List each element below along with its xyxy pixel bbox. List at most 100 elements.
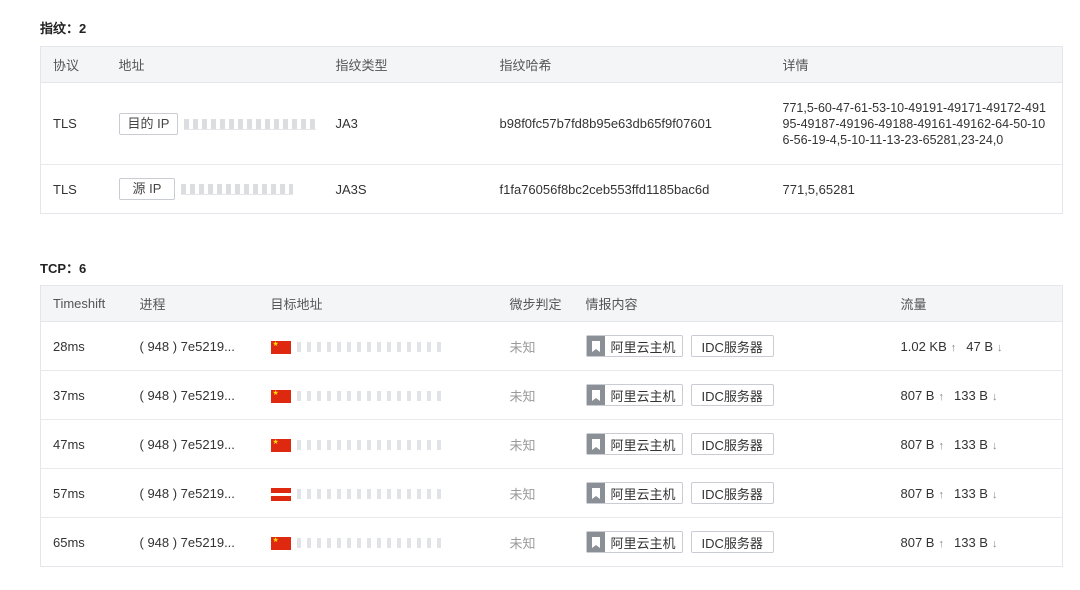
ip-tag: 源 IP: [118, 178, 176, 200]
masked-address: [296, 391, 447, 402]
col-header-verdict: 微步判定: [497, 285, 574, 322]
intel-tag-idc[interactable]: IDC服务器: [690, 482, 774, 504]
target-address-cell: [259, 518, 498, 567]
table-row: TLS 源 IP JA3S f1fa76056f8bc2ceb553ffd118…: [41, 165, 1063, 214]
arrow-up-icon: ↑: [938, 488, 944, 501]
intel-tag-aliyun[interactable]: 阿里云主机: [585, 384, 683, 406]
table-row[interactable]: 28ms ( 948 ) 7e5219... 未知 阿里云主机 IDC服务器 1…: [40, 321, 1063, 371]
verdict-cell: 未知: [497, 419, 574, 469]
upload-traffic: 807 B: [900, 436, 935, 452]
timeshift-cell: 37ms: [40, 370, 128, 420]
download-traffic: 47 B: [966, 338, 994, 354]
arrow-up-icon: ↑: [938, 439, 944, 452]
arrow-down-icon: ↓: [991, 537, 998, 550]
traffic-cell: 807 B ↑ 133 B ↓: [888, 370, 1063, 420]
verdict-cell: 未知: [497, 370, 574, 420]
upload-traffic: 807 B: [900, 387, 935, 403]
traffic-cell: 1.02 KB ↑ 47 B ↓: [888, 321, 1063, 371]
bookmark-icon: [586, 483, 605, 503]
col-header-address: 地址: [106, 46, 324, 83]
table-row[interactable]: 47ms ( 948 ) 7e5219... 未知 阿里云主机 IDC服务器 8…: [40, 419, 1063, 469]
arrow-down-icon: ↓: [991, 488, 998, 501]
process-cell[interactable]: ( 948 ) 7e5219...: [127, 468, 259, 518]
download-traffic: 133 B: [953, 436, 988, 452]
masked-address: [296, 440, 447, 451]
fingerprint-table: 协议 地址 指纹类型 指纹哈希 详情 TLS 目的 IP JA3 b98f0fc…: [40, 46, 1063, 214]
cn-flag-icon: [270, 340, 291, 354]
masked-ip: [184, 118, 317, 130]
target-address-cell: [258, 370, 498, 420]
timeshift-cell: 65ms: [53, 534, 85, 550]
intel-tag-aliyun[interactable]: 阿里云主机: [585, 433, 683, 455]
download-traffic: 133 B: [953, 387, 988, 403]
process-cell[interactable]: ( 948 ) 7e5219...: [127, 419, 259, 469]
arrow-down-icon: ↓: [991, 439, 998, 452]
upload-traffic: 1.02 KB: [900, 338, 947, 354]
traffic-cell: 807 B ↑ 133 B ↓: [889, 518, 1063, 567]
intel-tag-aliyun[interactable]: 阿里云主机: [585, 531, 683, 553]
bookmark-icon: [586, 434, 605, 454]
intel-tag-idc[interactable]: IDC服务器: [690, 335, 774, 357]
col-header-process: 进程: [127, 285, 259, 322]
masked-address: [296, 538, 447, 549]
upload-traffic: 807 B: [900, 534, 935, 550]
protocol-cell: TLS: [53, 181, 77, 197]
timeshift-cell: 47ms: [40, 419, 128, 469]
intel-tag-aliyun[interactable]: 阿里云主机: [585, 482, 683, 504]
detail-cell: 771,5-60-47-61-53-10-49191-49171-49172-4…: [770, 82, 1063, 165]
col-header-traffic: 流量: [888, 285, 1063, 322]
arrow-up-icon: ↑: [950, 341, 957, 354]
process-cell[interactable]: ( 948 ) 7e5219...: [127, 370, 259, 420]
traffic-cell: 807 B ↑ 133 B ↓: [888, 468, 1063, 518]
table-row: TLS 目的 IP JA3 b98f0fc57b7fd8b95e63db65f9…: [40, 82, 1063, 165]
col-header-fp-hash: 指纹哈希: [487, 46, 771, 83]
intel-cell: 阿里云主机 IDC服务器: [574, 518, 889, 567]
col-header-timeshift: Timeshift: [40, 285, 128, 322]
protocol-cell: TLS: [40, 82, 107, 165]
table-row[interactable]: 57ms ( 948 ) 7e5219... 未知 阿里云主机 IDC服务器 8…: [40, 468, 1063, 518]
address-cell: 目的 IP: [106, 82, 324, 165]
col-header-intel: 情报内容: [573, 285, 889, 322]
fp-type-cell: JA3: [323, 82, 488, 165]
fp-hash-cell: b98f0fc57b7fd8b95e63db65f9f07601: [487, 82, 771, 165]
intel-cell: 阿里云主机 IDC服务器: [573, 419, 889, 469]
bookmark-icon: [586, 336, 605, 356]
detail-cell: 771,5,65281: [782, 181, 855, 197]
arrow-up-icon: ↑: [938, 537, 944, 550]
table-row[interactable]: 65ms ( 948 ) 7e5219... 未知 阿里云主机 IDC服务器 8…: [41, 518, 1063, 567]
arrow-down-icon: ↓: [991, 390, 998, 403]
bookmark-icon: [586, 532, 605, 552]
intel-tag-idc[interactable]: IDC服务器: [690, 531, 774, 553]
col-header-target: 目标地址: [258, 285, 498, 322]
verdict-cell: 未知: [497, 321, 574, 371]
intel-tag-idc[interactable]: IDC服务器: [690, 384, 774, 406]
bookmark-icon: [586, 385, 605, 405]
intel-tag-aliyun[interactable]: 阿里云主机: [585, 335, 683, 357]
tcp-section-title: TCP：6: [40, 261, 87, 276]
tcp-table: Timeshift 进程 目标地址 微步判定 情报内容 流量 28ms ( 94…: [40, 285, 1063, 567]
cn-flag-icon: [270, 389, 291, 403]
cn-flag-icon: [270, 487, 291, 501]
cn-flag-icon: [270, 438, 291, 452]
address-cell: 源 IP: [107, 165, 324, 214]
download-traffic: 133 B: [953, 485, 988, 501]
fp-type-cell: JA3S: [335, 181, 367, 197]
col-header-fp-type: 指纹类型: [323, 46, 488, 83]
verdict-cell: 未知: [497, 468, 574, 518]
timeshift-cell: 28ms: [40, 321, 128, 371]
process-cell[interactable]: ( 948 ) 7e5219...: [127, 321, 259, 371]
table-header-row: Timeshift 进程 目标地址 微步判定 情报内容 流量: [40, 285, 1063, 322]
masked-ip: [181, 184, 294, 196]
intel-cell: 阿里云主机 IDC服务器: [573, 468, 889, 518]
intel-cell: 阿里云主机 IDC服务器: [573, 321, 889, 371]
table-row[interactable]: 37ms ( 948 ) 7e5219... 未知 阿里云主机 IDC服务器 8…: [40, 370, 1063, 420]
upload-traffic: 807 B: [900, 485, 935, 501]
intel-cell: 阿里云主机 IDC服务器: [573, 370, 889, 420]
cn-flag-icon: [270, 536, 291, 550]
traffic-cell: 807 B ↑ 133 B ↓: [888, 419, 1063, 469]
process-cell[interactable]: ( 948 ) 7e5219...: [128, 518, 259, 567]
timeshift-cell: 57ms: [40, 468, 128, 518]
verdict-cell: 未知: [509, 535, 536, 551]
intel-tag-idc[interactable]: IDC服务器: [690, 433, 774, 455]
masked-address: [296, 489, 447, 500]
